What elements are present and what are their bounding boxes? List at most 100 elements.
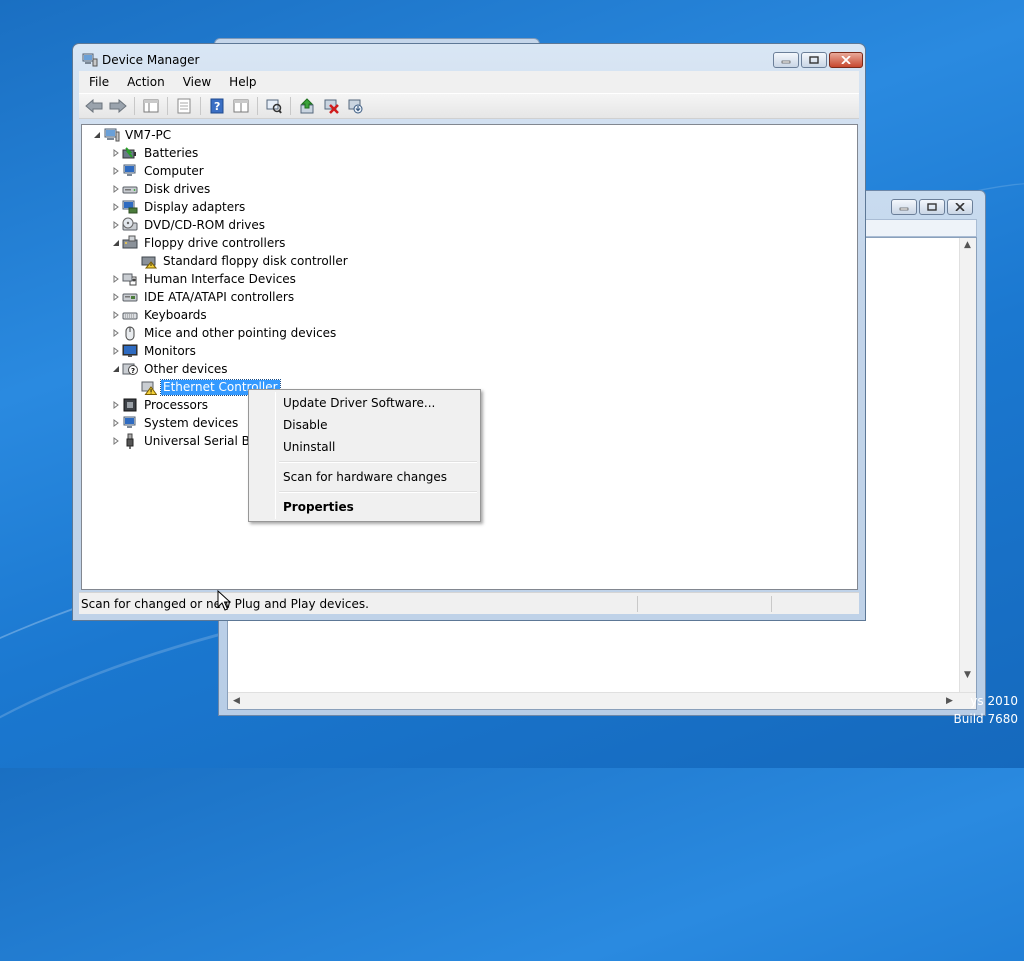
show-hide-tree-button[interactable] (140, 96, 162, 116)
system-device-icon (123, 416, 136, 428)
scroll-left-icon[interactable]: ◀ (233, 696, 240, 706)
desktop-version-text: ys 2010 (970, 694, 1018, 708)
computer-icon (123, 164, 136, 176)
tree-item-dvd-drives[interactable]: DVD/CD-ROM drives (82, 216, 382, 234)
tree-item-display-adapters[interactable]: Display adapters (82, 198, 382, 216)
tree-item-label: System devices (144, 416, 239, 430)
toolbar-separator (134, 97, 135, 115)
mouse-cursor-icon (217, 590, 231, 611)
caption-buttons (773, 52, 863, 68)
status-divider (771, 596, 772, 612)
uninstall-button[interactable] (320, 96, 342, 116)
tree-item-label: Monitors (144, 344, 196, 358)
back-button[interactable] (83, 96, 105, 116)
close-button[interactable] (947, 199, 973, 215)
menu-item-uninstall[interactable]: Uninstall (251, 436, 478, 458)
expand-arrow-icon (113, 203, 119, 211)
tree-item-label: Floppy drive controllers (144, 236, 286, 250)
tree-item-computer[interactable]: Computer (82, 162, 382, 180)
expand-arrow-icon (113, 419, 119, 427)
properties-button[interactable] (173, 96, 195, 116)
tree-item-batteries[interactable]: Batteries (82, 144, 382, 162)
context-menu: Update Driver Software... Disable Uninst… (248, 389, 481, 522)
svg-text:?: ? (131, 367, 135, 375)
expand-arrow-icon (113, 311, 119, 319)
tree-item-standard-floppy-controller[interactable]: Standard floppy disk controller (82, 252, 422, 270)
minimize-button[interactable] (891, 199, 917, 215)
expand-arrow-icon (113, 293, 119, 301)
disk-drive-icon (122, 186, 138, 194)
dvd-drive-icon (122, 217, 138, 231)
maximize-button[interactable] (801, 52, 827, 68)
minimize-icon (781, 60, 791, 64)
status-bar: Scan for changed or new Plug and Play de… (79, 592, 859, 614)
menu-item-properties[interactable]: Properties (251, 496, 478, 518)
expand-arrow-icon (113, 329, 119, 337)
unknown-device-icon: ? (122, 363, 138, 375)
status-divider (637, 596, 638, 612)
tree-item-human-interface-devices[interactable]: Human Interface Devices (82, 270, 382, 288)
view-button[interactable] (230, 96, 252, 116)
show-hide-tree-icon (143, 99, 159, 113)
tree-item-other-devices[interactable]: ? Other devices (82, 360, 382, 378)
back-icon (85, 99, 103, 113)
tree-item-keyboards[interactable]: Keyboards (82, 306, 382, 324)
warning-device-icon (141, 381, 157, 395)
menu-item-scan-hardware[interactable]: Scan for hardware changes (251, 466, 478, 488)
tree-item-ide-controllers[interactable]: IDE ATA/ATAPI controllers (82, 288, 382, 306)
keyboard-icon (122, 312, 138, 320)
uninstall-icon (324, 99, 339, 114)
scroll-right-icon[interactable]: ▶ (946, 696, 953, 706)
tree-item-label: Mice and other pointing devices (144, 326, 337, 340)
scroll-down-icon[interactable]: ▼ (964, 670, 971, 680)
tree-root[interactable]: VM7-PC (82, 126, 382, 144)
menu-file[interactable]: File (79, 75, 117, 89)
update-driver-icon (300, 98, 314, 114)
menu-separator (279, 461, 477, 463)
usb-icon (126, 433, 134, 449)
tree-item-disk-drives[interactable]: Disk drives (82, 180, 382, 198)
tree-item-floppy-controllers[interactable]: Floppy drive controllers (82, 234, 382, 252)
maximize-icon (809, 56, 819, 64)
menu-bar: File Action View Help (79, 71, 859, 93)
tree-item-label: Standard floppy disk controller (163, 254, 348, 268)
minimize-button[interactable] (773, 52, 799, 68)
menu-view[interactable]: View (173, 75, 219, 89)
floppy-controller-warning-icon (141, 256, 157, 269)
help-icon: ? (210, 98, 224, 114)
menu-item-disable[interactable]: Disable (251, 414, 478, 436)
maximize-button[interactable] (919, 199, 945, 215)
update-driver-button[interactable] (296, 96, 318, 116)
display-adapter-icon (122, 200, 138, 214)
help-button[interactable]: ? (206, 96, 228, 116)
menu-separator (279, 491, 477, 493)
menu-action[interactable]: Action (117, 75, 173, 89)
tree-root-label: VM7-PC (125, 128, 172, 142)
scroll-up-icon[interactable]: ▲ (964, 240, 971, 250)
collapse-arrow-icon (94, 132, 100, 138)
vertical-scrollbar[interactable]: ▲ ▼ (959, 238, 976, 709)
device-manager-icon (82, 53, 98, 67)
menu-help[interactable]: Help (219, 75, 264, 89)
horizontal-scrollbar[interactable]: ◀ ▶ (228, 692, 976, 709)
tree-item-mice[interactable]: Mice and other pointing devices (82, 324, 382, 342)
menu-item-update-driver[interactable]: Update Driver Software... (251, 392, 478, 414)
expand-arrow-icon (113, 167, 119, 175)
processor-icon (123, 398, 137, 412)
tree-item-label: Processors (144, 398, 209, 412)
scan-hardware-button[interactable] (263, 96, 285, 116)
tree-item-label: IDE ATA/ATAPI controllers (144, 290, 295, 304)
tree-item-label: Human Interface Devices (144, 272, 296, 286)
properties-icon (177, 98, 191, 114)
forward-button[interactable] (107, 96, 129, 116)
tree-item-monitors[interactable]: Monitors (82, 342, 382, 360)
expand-arrow-icon (113, 437, 119, 445)
device-manager-window[interactable]: Device Manager File Action View Help ? V… (72, 43, 866, 621)
tree-item-label: Computer (144, 164, 204, 178)
toolbar-separator (167, 97, 168, 115)
close-button[interactable] (829, 52, 863, 68)
title-bar[interactable]: Device Manager (73, 44, 865, 74)
tree-item-label: DVD/CD-ROM drives (144, 218, 266, 232)
disable-button[interactable] (344, 96, 366, 116)
monitor-icon (122, 344, 138, 357)
